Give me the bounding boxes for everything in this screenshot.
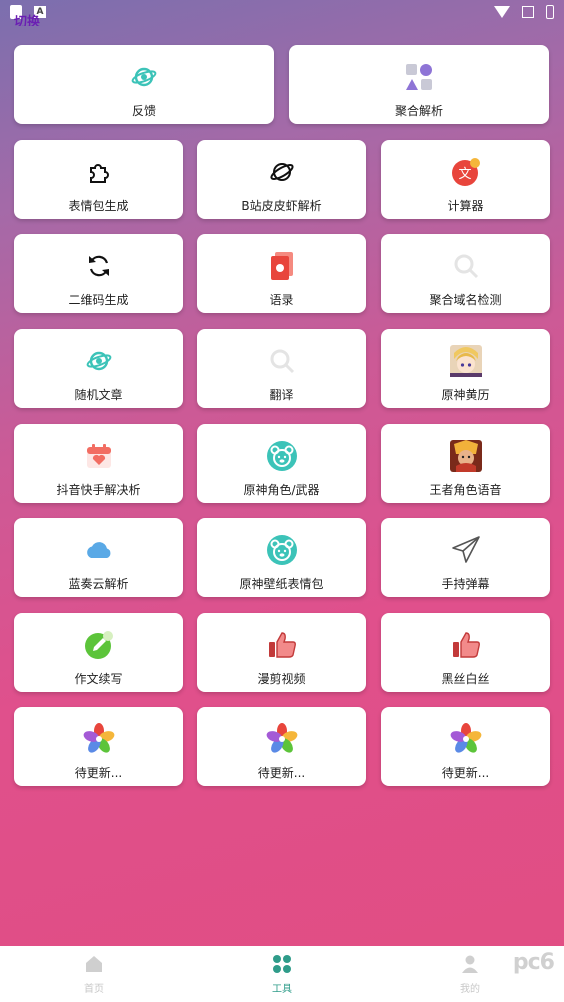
shapes-icon: [403, 61, 435, 93]
battery-icon: [546, 5, 554, 19]
site-watermark: pc6: [512, 950, 555, 975]
tool-card-translate[interactable]: 翻译: [197, 329, 366, 408]
bottom-nav: 首页 工具 我的: [0, 946, 564, 1002]
tool-card-honor-voice[interactable]: 王者角色语音: [381, 424, 550, 503]
red-card-icon: [266, 250, 298, 282]
puzzle-icon: [83, 156, 115, 188]
card-label: 反馈: [131, 104, 156, 118]
card-label: 计算器: [447, 199, 484, 213]
aggregate-parse-card[interactable]: 聚合解析: [289, 45, 549, 124]
card-label: 随机文章: [74, 388, 123, 402]
thumbs-up-icon: [266, 629, 298, 661]
bear-icon: [266, 534, 298, 566]
card-label: 作文续写: [74, 672, 123, 686]
planet-outline-icon: [266, 156, 298, 188]
tool-card-quotes[interactable]: 语录: [197, 234, 366, 313]
pinwheel-icon: [266, 723, 298, 755]
wifi-icon: [494, 6, 510, 18]
tool-card-random-article[interactable]: 随机文章: [14, 329, 183, 408]
card-label: 原神黄历: [441, 388, 490, 402]
card-label: 王者角色语音: [429, 483, 502, 497]
tool-card-genshin-wallpaper[interactable]: 原神壁纸表情包: [197, 518, 366, 597]
card-label: 手持弹幕: [441, 577, 490, 591]
svg-text:文: 文: [458, 167, 471, 182]
card-label: 原神角色/武器: [243, 483, 320, 497]
feedback-planet-icon: [128, 61, 160, 93]
card-label: 聚合域名检测: [429, 293, 502, 307]
anime-avatar-icon: [449, 345, 482, 377]
card-label: 抖音快手解决析: [56, 483, 141, 497]
nav-tab-tools[interactable]: 工具: [232, 954, 332, 995]
paper-plane-icon: [450, 534, 482, 566]
card-label: 二维码生成: [68, 293, 129, 307]
tool-card-calculator[interactable]: 文 计算器: [381, 140, 550, 219]
card-label: 聚合解析: [394, 104, 443, 118]
search-icon: [450, 250, 482, 282]
tool-card-qrcode[interactable]: 二维码生成: [14, 234, 183, 313]
status-bar: A: [0, 0, 564, 24]
translate-badge-icon: 文: [450, 156, 482, 188]
tool-card-black-white[interactable]: 黑丝白丝: [381, 613, 550, 692]
cloud-icon: [83, 534, 115, 566]
pinwheel-icon: [450, 723, 482, 755]
card-label: 蓝奏云解析: [68, 577, 129, 591]
card-label: 漫剪视频: [257, 672, 306, 686]
pen-badge-icon: [83, 629, 115, 661]
feedback-card[interactable]: 反馈: [14, 45, 274, 124]
refresh-icon: [83, 250, 115, 282]
tool-card-manjian-video[interactable]: 漫剪视频: [197, 613, 366, 692]
nav-label-home: 首页: [84, 983, 104, 995]
search-icon: [266, 345, 298, 377]
tool-card-sticker-gen[interactable]: 表情包生成: [14, 140, 183, 219]
tool-card-pending-2[interactable]: 待更新...: [197, 707, 366, 786]
nav-label-mine: 我的: [460, 983, 480, 995]
tool-card-essay-continue[interactable]: 作文续写: [14, 613, 183, 692]
grid-icon: [272, 954, 292, 978]
tool-card-pending-3[interactable]: 待更新...: [381, 707, 550, 786]
home-icon: [84, 954, 104, 978]
user-icon: [460, 954, 480, 978]
tool-card-lanzou-parse[interactable]: 蓝奏云解析: [14, 518, 183, 597]
tool-card-douyin-parse[interactable]: 抖音快手解决析: [14, 424, 183, 503]
card-label: 原神壁纸表情包: [239, 577, 324, 591]
thumbs-up-icon: [450, 629, 482, 661]
calendar-heart-icon: [83, 440, 115, 472]
tool-card-bili-parse[interactable]: B站皮皮虾解析: [197, 140, 366, 219]
pinwheel-icon: [83, 723, 115, 755]
card-label: B站皮皮虾解析: [241, 199, 322, 213]
bear-icon: [266, 440, 298, 472]
card-label: 黑丝白丝: [441, 672, 490, 686]
planet-icon: [83, 345, 115, 377]
card-label: 待更新...: [74, 766, 123, 780]
tool-card-handheld-barrage[interactable]: 手持弹幕: [381, 518, 550, 597]
card-label: 待更新...: [257, 766, 306, 780]
tool-card-genshin-chars[interactable]: 原神角色/武器: [197, 424, 366, 503]
header-peek-text: 切换: [14, 15, 41, 26]
tool-card-genshin-almanac[interactable]: 原神黄历: [381, 329, 550, 408]
nav-label-tools: 工具: [272, 983, 292, 995]
tool-card-pending-1[interactable]: 待更新...: [14, 707, 183, 786]
no-sim-icon: [522, 6, 534, 18]
tool-card-domain-check[interactable]: 聚合域名检测: [381, 234, 550, 313]
hero-avatar-icon: [449, 440, 482, 472]
card-label: 表情包生成: [68, 199, 129, 213]
card-label: 翻译: [269, 388, 294, 402]
card-label: 待更新...: [441, 766, 490, 780]
card-label: 语录: [269, 293, 294, 307]
nav-tab-mine[interactable]: 我的: [420, 954, 520, 995]
nav-tab-home[interactable]: 首页: [44, 954, 144, 995]
